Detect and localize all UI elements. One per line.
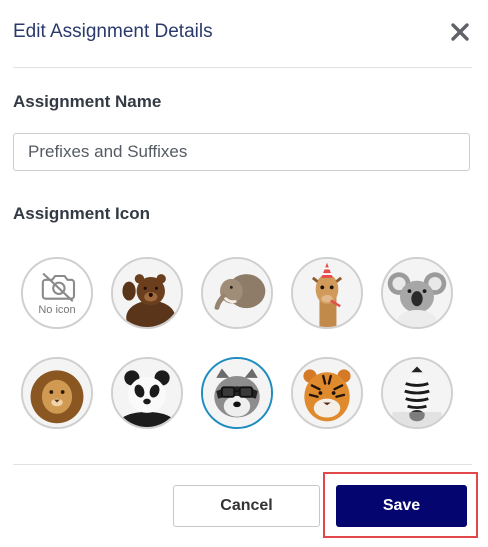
lion-icon — [23, 359, 91, 427]
koala-icon — [383, 259, 451, 327]
elephant-icon — [203, 259, 271, 327]
zebra-icon — [383, 359, 451, 427]
dialog-title: Edit Assignment Details — [13, 21, 213, 42]
icon-option-raccoon[interactable] — [201, 357, 273, 429]
save-button[interactable]: Save — [336, 485, 467, 527]
assignment-icon-label: Assignment Icon — [13, 204, 150, 223]
giraffe-party-hat-icon — [293, 259, 361, 327]
raccoon-glasses-icon — [203, 359, 271, 427]
dialog-header: Edit Assignment Details — [13, 0, 472, 68]
footer-divider — [13, 464, 472, 465]
no-icon-label: No icon — [38, 304, 76, 316]
icon-option-none[interactable]: No icon — [21, 257, 93, 329]
icon-option-lion[interactable] — [21, 357, 93, 429]
assignment-name-input[interactable] — [13, 133, 470, 171]
no-camera-icon — [23, 259, 91, 327]
icon-option-koala[interactable] — [381, 257, 453, 329]
icon-option-panda[interactable] — [111, 357, 183, 429]
close-button[interactable] — [450, 22, 470, 42]
assignment-name-label: Assignment Name — [13, 92, 162, 111]
icon-option-zebra[interactable] — [381, 357, 453, 429]
icon-option-elephant[interactable] — [201, 257, 273, 329]
tiger-icon — [293, 359, 361, 427]
icon-option-tiger[interactable] — [291, 357, 363, 429]
icon-option-giraffe[interactable] — [291, 257, 363, 329]
bear-icon — [113, 259, 181, 327]
panda-icon — [113, 359, 181, 427]
close-icon — [451, 23, 469, 41]
cancel-button[interactable]: Cancel — [173, 485, 320, 527]
icon-option-bear[interactable] — [111, 257, 183, 329]
